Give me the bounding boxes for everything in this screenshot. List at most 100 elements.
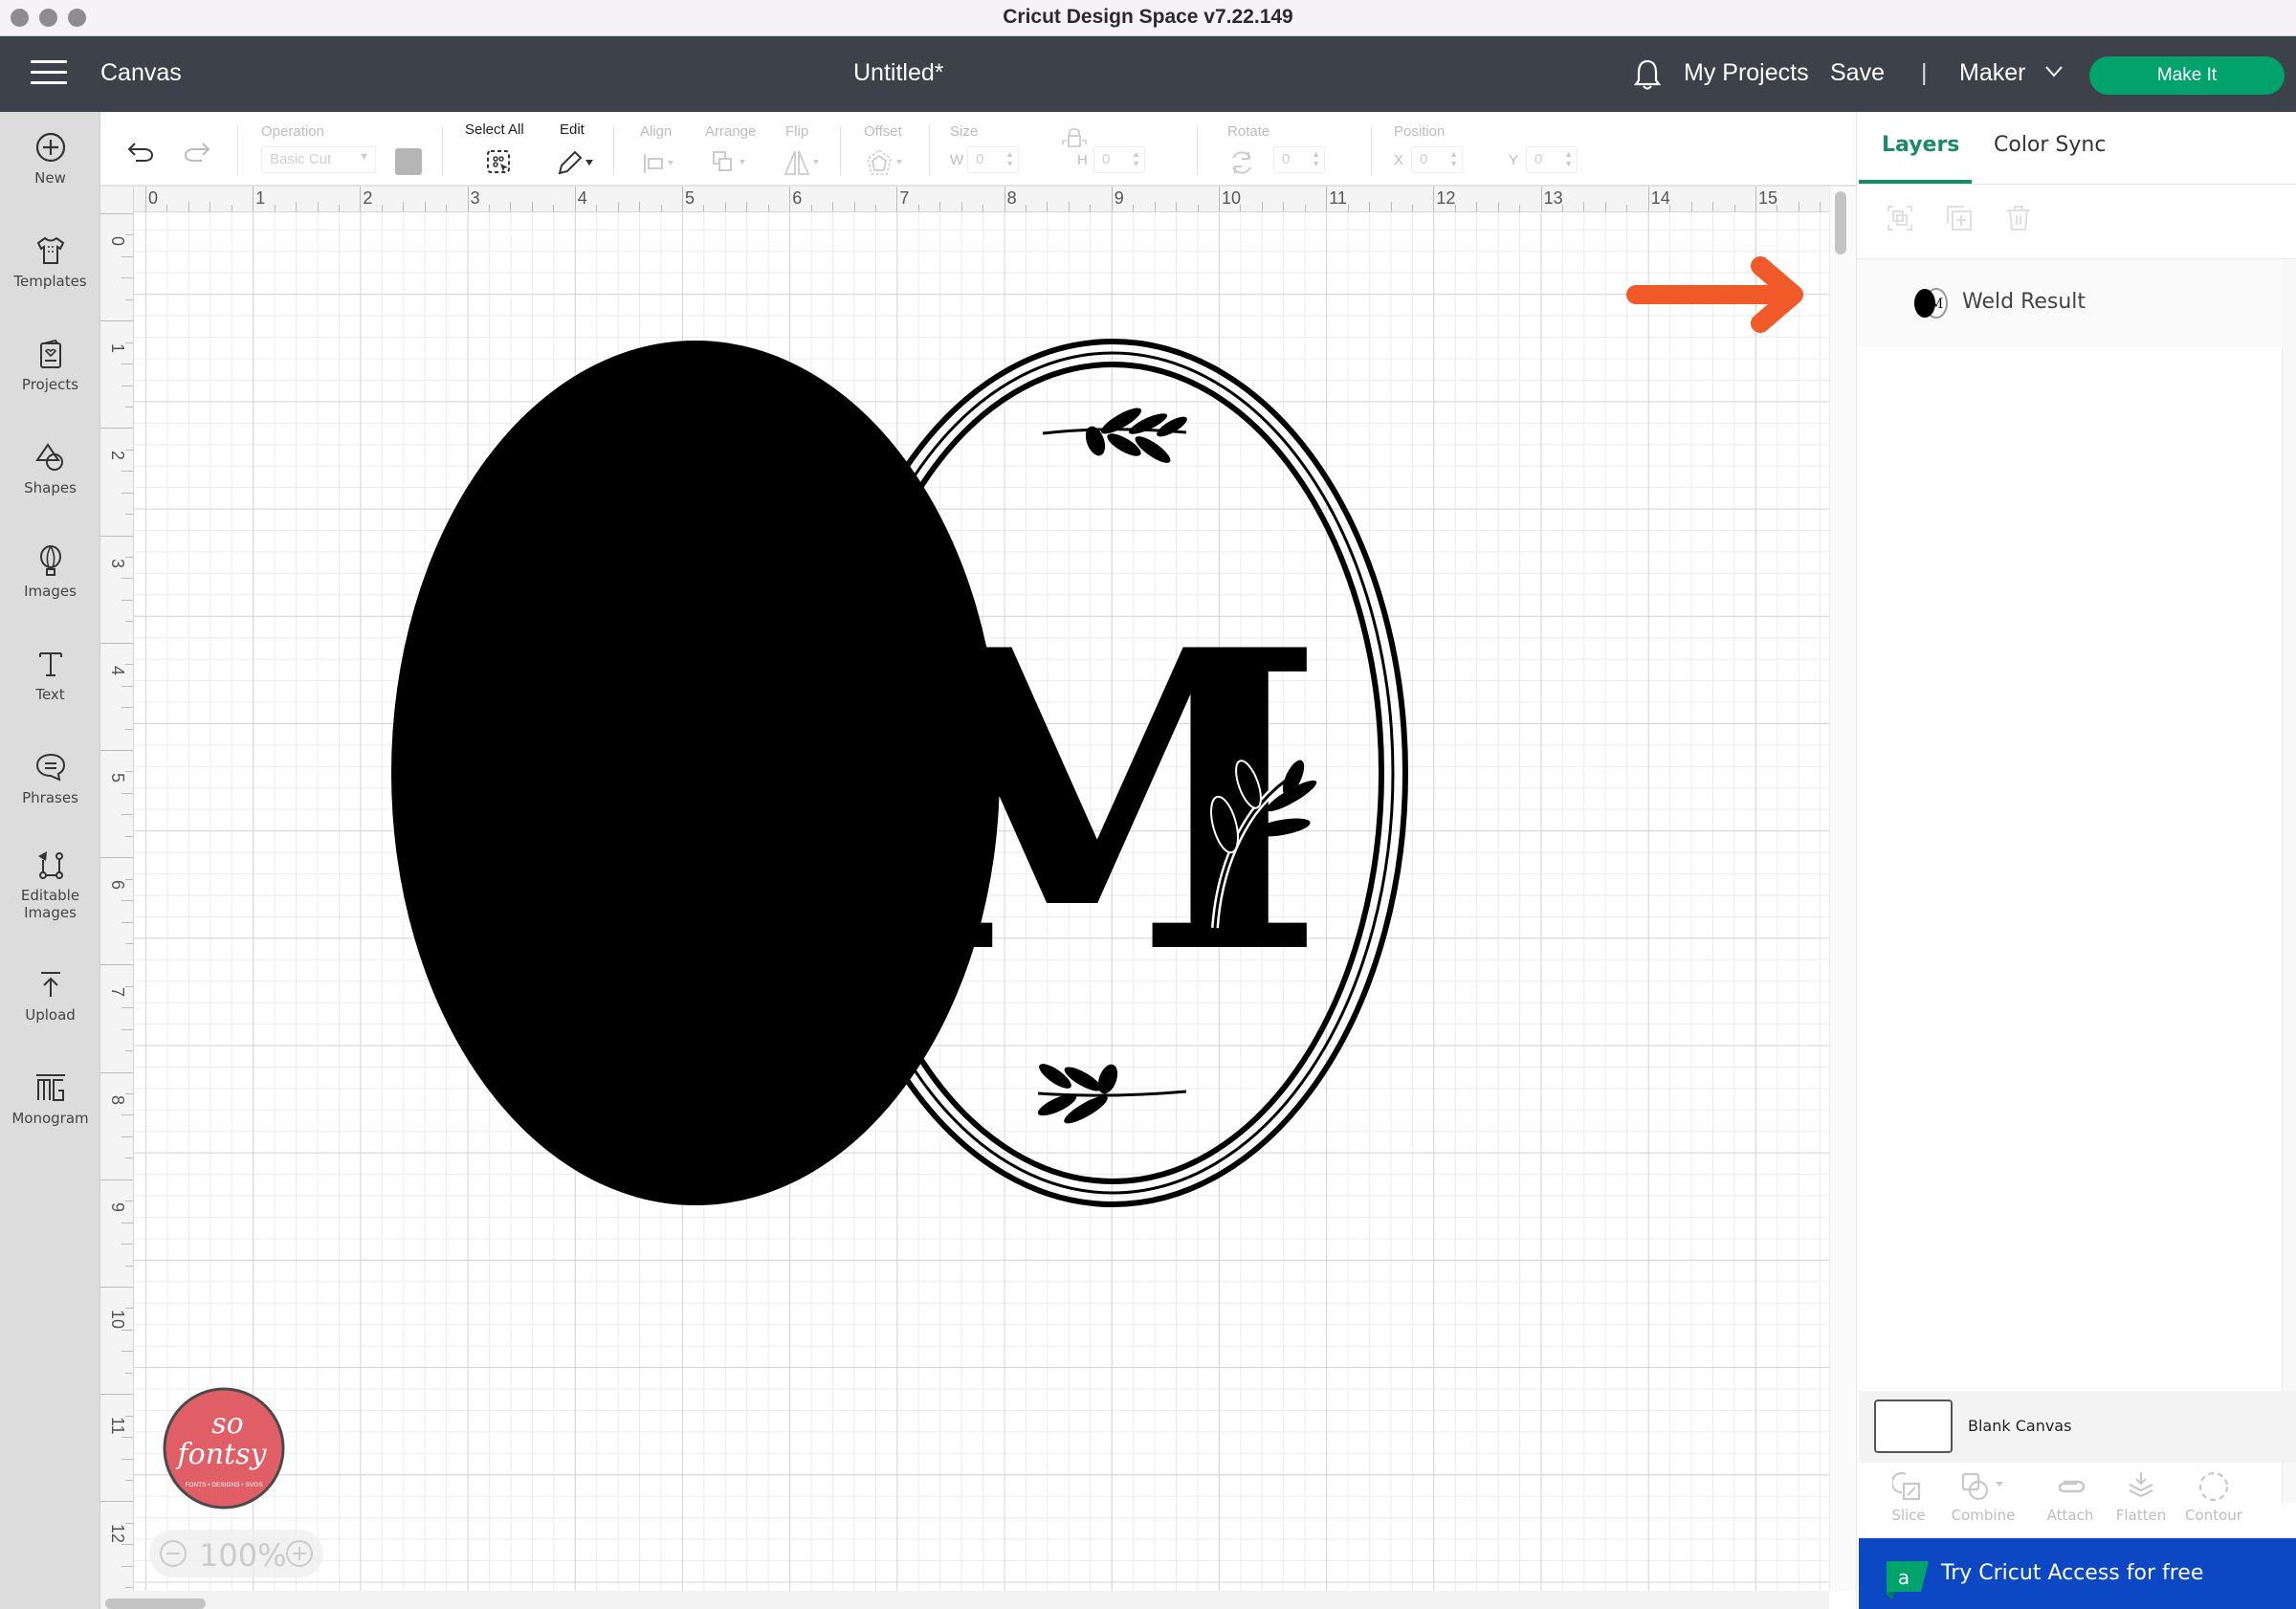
dropdown-caret-icon: ▼	[359, 151, 369, 163]
layers-list	[1859, 347, 2283, 1505]
position-label: Position	[1394, 123, 1446, 140]
sidebar-item-editable-images[interactable]: Editable Images	[0, 849, 100, 921]
upload-icon	[40, 972, 60, 997]
contour-button[interactable]: Contour	[2175, 1470, 2252, 1524]
window-title-bar: Cricut Design Space v7.22.149	[0, 0, 2296, 36]
sidebar-item-new[interactable]: New	[0, 131, 100, 187]
canvas-color-swatch[interactable]	[1874, 1400, 1953, 1453]
vertical-scroll-thumb[interactable]	[1835, 191, 1846, 254]
stepper-icon[interactable]: ▲ ▼	[1132, 149, 1140, 168]
rotate-icon[interactable]	[1227, 148, 1256, 177]
offset-label: Offset	[864, 123, 902, 140]
section-label: Canvas	[100, 59, 182, 86]
sidebar-item-text[interactable]: Text	[0, 648, 100, 703]
y-position-input[interactable]: 0 ▲ ▼	[1526, 146, 1578, 173]
sidebar-item-label: Images	[24, 904, 77, 921]
text-icon	[38, 652, 62, 676]
design-canvas[interactable]: 0 1 2 3 4 5 6 7 8 9 10 11 12 13 14 15 0 1 2 3 4 5 6 7 8 9 10 11 12	[100, 187, 1829, 1591]
sidebar-item-label: Upload	[25, 1006, 76, 1024]
header-divider: |	[1921, 59, 1928, 86]
attach-button[interactable]: Attach	[2032, 1470, 2108, 1524]
horizontal-scroll-thumb[interactable]	[105, 1598, 206, 1609]
sidebar-item-upload[interactable]: Upload	[0, 968, 100, 1024]
chevron-down-icon[interactable]	[2045, 65, 2063, 78]
slice-button[interactable]: Slice	[1870, 1470, 1947, 1524]
cricut-access-banner[interactable]: a Try Cricut Access for free	[1859, 1538, 2296, 1609]
stepper-icon[interactable]: ▲ ▼	[1005, 149, 1014, 168]
height-input[interactable]: 0 ▲ ▼	[1093, 146, 1145, 173]
width-label: W	[950, 152, 964, 168]
stepper-icon[interactable]: ▲ ▼	[1449, 149, 1458, 168]
undo-icon[interactable]	[126, 141, 155, 164]
layer-thumbnail: M	[1914, 288, 1948, 319]
combine-button[interactable]: Combine	[1939, 1470, 2027, 1524]
operation-label: Operation	[261, 123, 324, 140]
shapes-icon	[34, 443, 63, 471]
monogram-icon	[35, 1074, 65, 1101]
stepper-icon[interactable]: ▲ ▼	[1564, 149, 1573, 168]
my-projects-link[interactable]: My Projects	[1684, 59, 1809, 87]
color-swatch[interactable]	[395, 148, 422, 175]
width-input[interactable]: 0 ▲ ▼	[967, 146, 1019, 173]
layer-name: Weld Result	[1962, 290, 2086, 314]
tab-color-sync[interactable]: Color Sync	[1994, 133, 2106, 157]
sidebar-item-shapes[interactable]: Shapes	[0, 441, 100, 496]
rotate-input[interactable]: 0 ▲ ▼	[1273, 146, 1325, 173]
arrange-icon[interactable]	[711, 150, 753, 175]
bottom-leaf-sprig	[1037, 1064, 1187, 1124]
left-sidebar: New Templates Projects Shapes Images Tex…	[0, 112, 100, 1609]
make-it-button[interactable]: Make It	[2089, 56, 2285, 95]
lock-icon[interactable]	[1061, 125, 1088, 150]
duplicate-icon[interactable]	[1945, 204, 1974, 232]
combine-label: Combine	[1951, 1507, 2016, 1524]
align-icon[interactable]	[642, 152, 680, 175]
attach-label: Attach	[2046, 1507, 2094, 1524]
pencil-edit-icon[interactable]	[556, 148, 596, 177]
sidebar-item-images[interactable]: Images	[0, 544, 100, 600]
horizontal-scrollbar[interactable]	[100, 1591, 1829, 1609]
vertical-scrollbar[interactable]	[1829, 187, 1856, 1591]
logo-line-1: so	[211, 1407, 243, 1441]
machine-selector[interactable]: Maker	[1959, 59, 2025, 87]
layer-item[interactable]: M Weld Result	[1859, 259, 2283, 347]
sidebar-item-templates[interactable]: Templates	[0, 234, 100, 290]
rotate-value: 0	[1282, 151, 1291, 167]
zoom-in-icon[interactable]	[285, 1539, 314, 1568]
balloon-icon	[39, 545, 61, 576]
tshirt-icon	[36, 236, 64, 264]
delete-trash-icon[interactable]	[2004, 204, 2033, 232]
sidebar-item-projects[interactable]: Projects	[0, 338, 100, 393]
logo-line-2: fontsy	[176, 1438, 268, 1471]
flatten-icon	[2129, 1472, 2153, 1498]
x-position-input[interactable]: 0 ▲ ▼	[1411, 146, 1463, 173]
blank-canvas-row[interactable]: Blank Canvas	[1859, 1391, 2296, 1463]
redo-icon[interactable]	[183, 141, 211, 164]
cricut-access-badge-icon: a	[1887, 1561, 1929, 1599]
bell-icon[interactable]	[1633, 57, 1662, 92]
document-title[interactable]: Untitled*	[853, 59, 944, 87]
flip-label: Flip	[785, 123, 809, 140]
sidebar-item-phrases[interactable]: Phrases	[0, 751, 100, 806]
sidebar-item-monogram[interactable]: Monogram	[0, 1071, 100, 1127]
contour-icon	[2198, 1471, 2229, 1502]
artwork-layer: M	[391, 339, 1408, 1207]
sidebar-item-label: Projects	[21, 376, 79, 393]
select-all-icon[interactable]	[485, 148, 514, 177]
flip-icon[interactable]	[782, 148, 824, 177]
tab-layers[interactable]: Layers	[1882, 133, 1959, 157]
stepper-icon[interactable]: ▲ ▼	[1312, 149, 1320, 168]
save-button[interactable]: Save	[1830, 59, 1885, 87]
operation-select[interactable]: Basic Cut ▼	[261, 146, 376, 173]
rotate-label: Rotate	[1227, 123, 1270, 140]
height-label: H	[1077, 152, 1088, 168]
flatten-button[interactable]: Flatten	[2103, 1470, 2179, 1524]
zoom-out-icon[interactable]	[159, 1539, 188, 1568]
right-panel: Layers Color Sync M Weld Result Blank Ca…	[1856, 112, 2296, 1609]
black-oval-shape[interactable]	[391, 341, 1000, 1205]
group-icon[interactable]	[1886, 204, 1914, 232]
sidebar-item-label: Phrases	[22, 789, 78, 806]
hamburger-menu-icon[interactable]	[31, 60, 67, 87]
operation-value: Basic Cut	[270, 151, 332, 167]
size-label: Size	[950, 123, 979, 140]
offset-icon[interactable]	[866, 148, 908, 179]
